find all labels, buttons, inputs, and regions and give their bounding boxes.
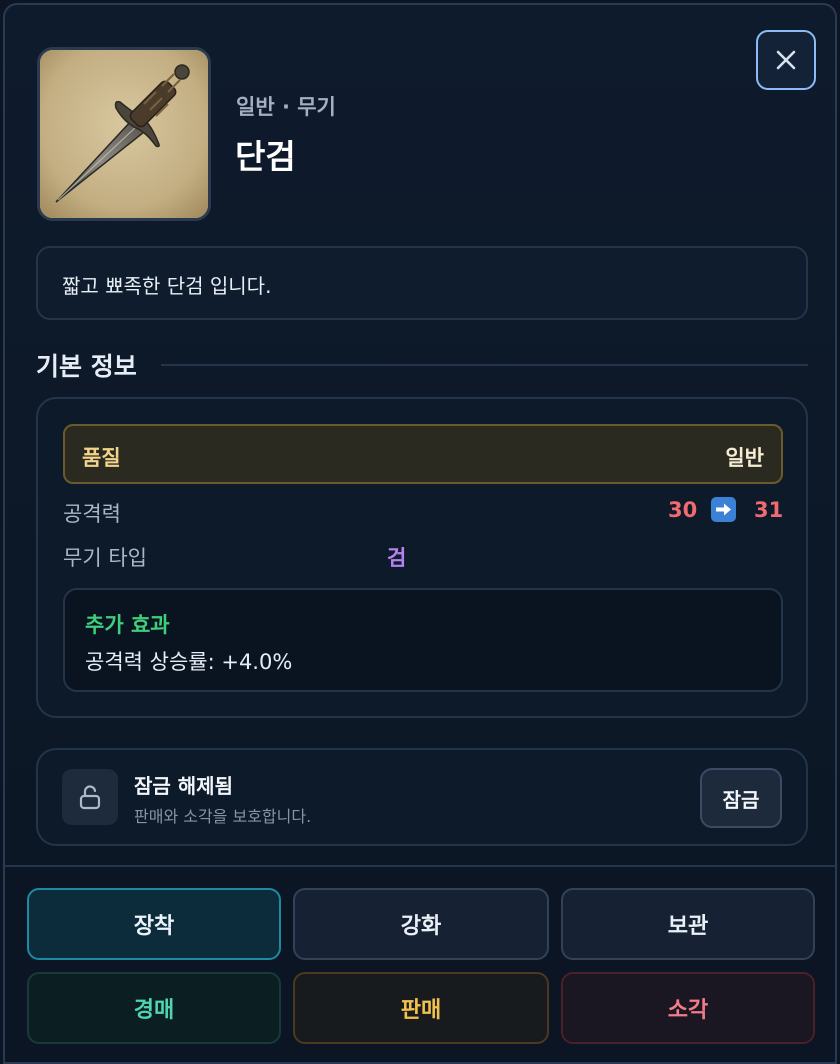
quality-row: 품질 일반 xyxy=(63,424,783,484)
item-category: 일반 · 무기 xyxy=(236,95,336,119)
attack-next-value: 31 xyxy=(754,498,784,522)
close-icon xyxy=(776,50,796,70)
weapon-type-value: 검 xyxy=(387,546,407,570)
lock-status-subtitle: 판매와 소각을 보호합니다. xyxy=(134,807,312,826)
quality-value: 일반 xyxy=(725,446,764,470)
lock-status-title: 잠금 해제됨 xyxy=(134,774,233,798)
close-button[interactable] xyxy=(756,30,816,90)
unlock-icon xyxy=(62,769,118,825)
basic-info-box: 품질 일반 공격력 30 31 무기 타입 검 추가 효과 공격력 상승률: +… xyxy=(36,397,808,718)
item-description: 짧고 뾰족한 단검 입니다. xyxy=(62,274,272,298)
quality-label: 품질 xyxy=(82,446,121,470)
right-arrow-icon xyxy=(711,497,736,522)
item-detail-panel: 일반 · 무기 단검 짧고 뾰족한 단검 입니다. 기본 정보 품질 일반 공격… xyxy=(3,3,837,1064)
item-image xyxy=(37,47,211,221)
store-button[interactable]: 보관 xyxy=(561,888,815,960)
extra-effects-title: 추가 효과 xyxy=(85,613,170,637)
item-name: 단검 xyxy=(235,137,296,176)
lock-button[interactable]: 잠금 xyxy=(700,768,782,828)
auction-button[interactable]: 경매 xyxy=(27,972,281,1044)
action-bar: 장착 강화 보관 경매 판매 소각 xyxy=(5,865,835,1062)
extra-effect-line: 공격력 상승률: +4.0% xyxy=(85,650,293,674)
lock-status-box: 잠금 해제됨 판매와 소각을 보호합니다. 잠금 xyxy=(36,748,808,846)
dagger-icon xyxy=(40,50,208,218)
section-divider xyxy=(161,364,808,366)
sell-button[interactable]: 판매 xyxy=(293,972,549,1044)
item-description-box: 짧고 뾰족한 단검 입니다. xyxy=(36,246,808,320)
weapon-type-label: 무기 타입 xyxy=(63,546,147,570)
burn-button[interactable]: 소각 xyxy=(561,972,815,1044)
extra-effects-box: 추가 효과 공격력 상승률: +4.0% xyxy=(63,588,783,692)
attack-label: 공격력 xyxy=(63,502,121,526)
attack-current-value: 30 xyxy=(668,498,698,522)
enhance-button[interactable]: 강화 xyxy=(293,888,549,960)
equip-button[interactable]: 장착 xyxy=(27,888,281,960)
section-title-basic-info: 기본 정보 xyxy=(36,352,137,381)
